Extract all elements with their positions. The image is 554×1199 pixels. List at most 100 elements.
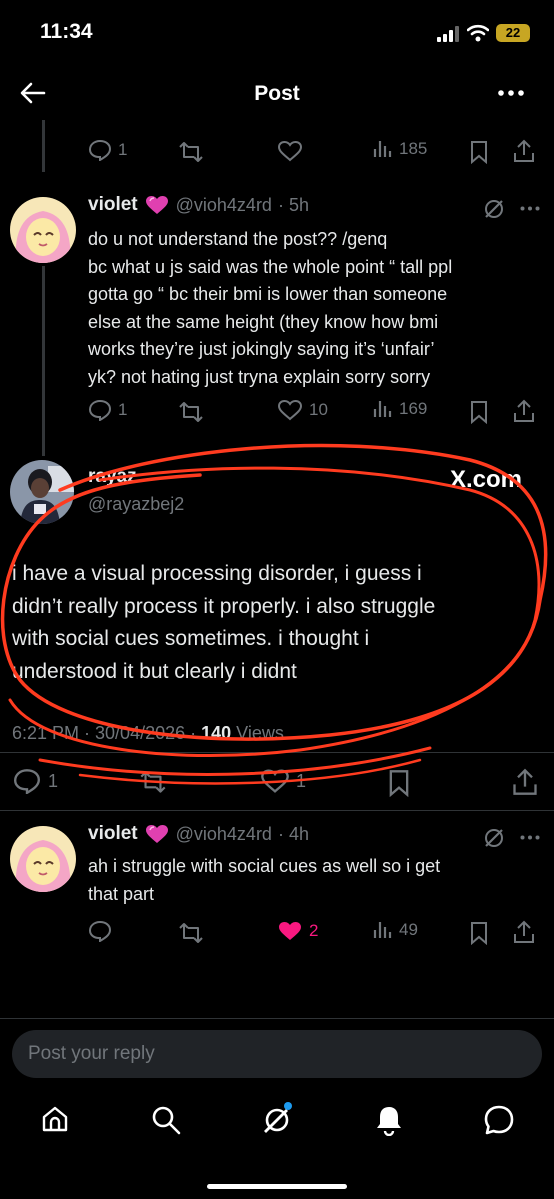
views-button[interactable]: 169 <box>373 399 427 419</box>
bookmark-icon[interactable] <box>469 140 489 164</box>
tweet-text: ah i struggle with social cues as well s… <box>88 853 548 908</box>
tweet-action-bar: 1 10 169 <box>0 395 554 429</box>
tweet-text-line: with social cues sometimes. i thought i <box>12 627 370 650</box>
divider <box>0 810 554 811</box>
reply-icon <box>88 399 112 421</box>
page-title: Post <box>254 82 300 105</box>
post-views-label: Views <box>231 723 284 743</box>
repost-icon[interactable] <box>176 401 206 423</box>
tweet-time: · 4h <box>277 823 309 844</box>
tweet-text: i have a visual processing disorder, i g… <box>12 558 552 688</box>
avatar[interactable] <box>10 460 74 524</box>
author-handle[interactable]: @vioh4z4rd <box>176 195 272 216</box>
author-handle[interactable]: @rayazbej2 <box>88 494 184 515</box>
share-icon[interactable] <box>513 920 535 944</box>
author-handle[interactable]: @vioh4z4rd <box>176 824 272 845</box>
reply-button[interactable]: 1 <box>88 139 127 161</box>
divider <box>0 752 554 753</box>
share-icon[interactable] <box>513 399 535 423</box>
repost-icon[interactable] <box>137 770 169 794</box>
wifi-icon <box>467 24 489 42</box>
like-count: 2 <box>309 921 319 940</box>
reply-icon <box>88 139 112 161</box>
tweet-text-line: that part <box>88 883 155 904</box>
notifications-icon[interactable] <box>374 1104 404 1136</box>
views-button[interactable]: 49 <box>373 920 418 940</box>
tweet-text-line: understood it but clearly i didnt <box>12 659 297 683</box>
tweet-header: violet @vioh4z4rd · 4h <box>88 823 309 845</box>
heart-emoji-icon <box>145 196 168 214</box>
grok-icon[interactable] <box>482 197 506 221</box>
bottom-tab-bar <box>0 1090 554 1150</box>
like-button[interactable]: 10 <box>277 399 328 421</box>
reply-count: 1 <box>118 400 128 419</box>
bookmark-icon[interactable] <box>469 921 489 945</box>
tweet-text-line: gotta go “ bc their bmi is lower than so… <box>88 284 448 304</box>
watermark-badge: X.com <box>450 466 523 493</box>
like-button[interactable]: 2 <box>277 920 318 942</box>
like-icon[interactable] <box>277 140 303 162</box>
views-icon <box>373 401 392 417</box>
like-button[interactable]: 1 <box>260 768 306 794</box>
tweet-text-line: works they’re just jokingly saying it’s … <box>88 339 435 359</box>
tweet-header: violet @vioh4z4rd · 5h <box>88 194 309 216</box>
reply-icon[interactable] <box>88 920 112 942</box>
tweet-time: · 5h <box>277 194 309 215</box>
status-bar: 11:34 22 <box>0 0 554 66</box>
bookmark-icon[interactable] <box>387 769 411 797</box>
battery-indicator: 22 <box>496 24 530 42</box>
reply-count: 1 <box>118 140 128 159</box>
more-options-icon[interactable] <box>520 206 540 211</box>
like-count: 10 <box>309 400 328 419</box>
views-icon <box>373 922 392 938</box>
grok-tab-icon[interactable] <box>260 1102 294 1136</box>
author-name[interactable]: violet <box>88 194 138 216</box>
tweet-text-line: do u not understand the post?? /genq <box>88 229 388 249</box>
tweet-action-bar: 1 1 <box>0 766 554 800</box>
views-button[interactable]: 185 <box>373 139 427 159</box>
tweet-text-line: yk? not hating just tryna explain sorry … <box>88 366 431 387</box>
home-indicator <box>207 1184 347 1189</box>
share-icon[interactable] <box>512 768 538 796</box>
views-count: 49 <box>399 920 418 939</box>
repost-icon[interactable] <box>176 141 206 163</box>
home-icon[interactable] <box>40 1104 70 1134</box>
tweet-text-line: didn’t really process it properly. i als… <box>12 594 436 618</box>
repost-icon[interactable] <box>176 922 206 944</box>
bookmark-icon[interactable] <box>469 400 489 424</box>
views-count: 169 <box>399 399 428 418</box>
reply-count: 1 <box>48 770 59 791</box>
like-count: 1 <box>296 770 307 791</box>
share-icon[interactable] <box>513 139 535 163</box>
tweet-text-line: else at the same height (they know how b… <box>88 311 439 332</box>
search-icon[interactable] <box>150 1104 182 1136</box>
post-views-count: 140 <box>201 723 232 743</box>
author-name[interactable]: rayaz <box>88 466 137 488</box>
avatar[interactable] <box>10 826 76 892</box>
post-meta: 6:21 PM · 30/04/2026 · 140 Views <box>12 723 284 744</box>
tweet-action-bar: 2 49 <box>0 916 554 950</box>
tweet-text: do u not understand the post?? /genq bc … <box>88 226 548 391</box>
views-icon <box>373 141 392 157</box>
tweet-text-line: ah i struggle with social cues as well s… <box>88 856 441 876</box>
reply-button[interactable]: 1 <box>88 399 127 421</box>
reply-button[interactable]: 1 <box>12 768 58 794</box>
more-options-icon[interactable] <box>520 835 540 840</box>
views-count: 185 <box>399 139 428 158</box>
tweet-text-line: bc what u js said was the whole point “ … <box>88 256 453 277</box>
heart-emoji-icon <box>145 825 168 843</box>
avatar[interactable] <box>10 197 76 263</box>
tweet-text-line: i have a visual processing disorder, i g… <box>12 562 422 585</box>
like-icon <box>277 399 303 421</box>
like-icon <box>261 769 289 793</box>
grok-icon[interactable] <box>482 826 506 850</box>
reply-placeholder: Post your reply <box>28 1043 155 1064</box>
author-name[interactable]: violet <box>88 823 138 845</box>
signal-icon <box>437 26 459 42</box>
tweet-action-bar: 1 185 <box>0 135 554 169</box>
status-time: 11:34 <box>40 20 93 43</box>
like-filled-icon <box>279 922 301 940</box>
post-timestamp: 6:21 PM · 30/04/2026 · <box>12 723 202 743</box>
messages-icon[interactable] <box>483 1104 515 1136</box>
divider <box>0 1018 554 1019</box>
